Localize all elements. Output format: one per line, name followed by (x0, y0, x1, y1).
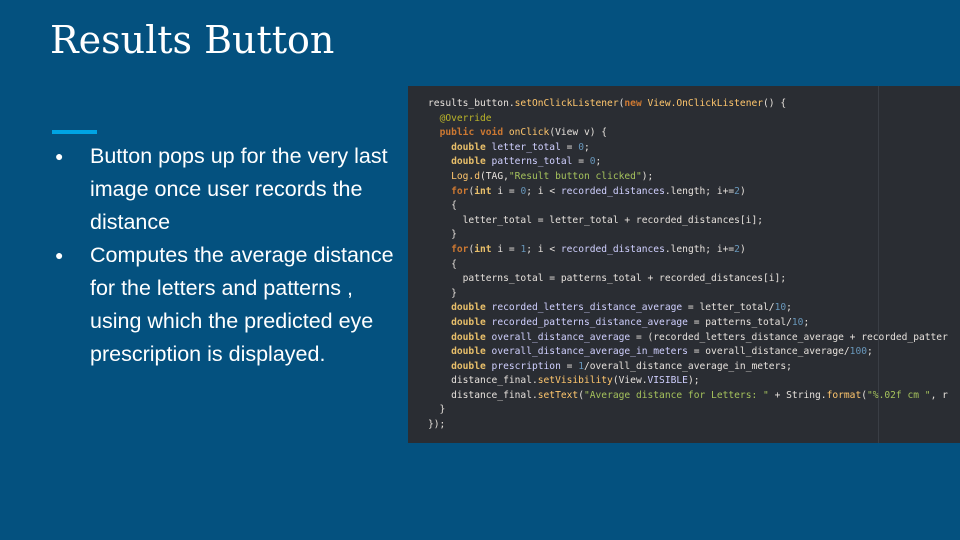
code-line: letter_total = letter_total + recorded_d… (428, 214, 764, 226)
bullet-item: ● Button pops up for the very last image… (50, 140, 400, 239)
code-screenshot: results_button.setOnClickListener(new Vi… (408, 86, 960, 443)
code-line: Log.d(TAG,"Result button clicked"); (451, 170, 654, 182)
slide-title: Results Button (50, 18, 335, 62)
code-line: double overall_distance_average = (recor… (451, 331, 948, 343)
code-line: double recorded_patterns_distance_averag… (451, 316, 810, 328)
code-line: { (428, 200, 457, 212)
bullet-item: ● Computes the average distance for the … (50, 239, 400, 371)
title-accent-bar (52, 130, 97, 134)
code-line: } (428, 404, 446, 416)
code-line: for(int i = 1; i < recorded_distances.le… (451, 243, 746, 255)
bullet-text: Button pops up for the very last image o… (90, 144, 388, 234)
code-line: @Override (439, 112, 492, 124)
code-line: double overall_distance_average_in_meter… (451, 346, 873, 358)
bullet-dot-icon: ● (55, 148, 64, 164)
code-line: { (428, 258, 457, 270)
code-line: distance_final.setVisibility(View.VISIBL… (428, 375, 700, 387)
code-line: double recorded_letters_distance_average… (451, 302, 792, 314)
code-line: double prescription = 1/overall_distance… (451, 360, 792, 372)
code-line: distance_final.setText("Average distance… (428, 389, 948, 401)
code-line: }); (428, 419, 446, 431)
code-line: } (428, 229, 457, 241)
code-line: double patterns_total = 0; (451, 156, 602, 168)
code-line: for(int i = 0; i < recorded_distances.le… (451, 185, 746, 197)
code-line: results_button.setOnClickListener(new Vi… (428, 98, 787, 109)
code-line: patterns_total = patterns_total + record… (428, 273, 787, 285)
bullet-dot-icon: ● (55, 247, 64, 263)
code-block: results_button.setOnClickListener(new Vi… (428, 97, 948, 433)
code-line: } (428, 287, 457, 299)
bullet-list: ● Button pops up for the very last image… (50, 140, 400, 371)
bullet-text: Computes the average distance for the le… (90, 243, 394, 366)
code-line: public void onClick(View v) { (439, 127, 608, 139)
code-line: double letter_total = 0; (451, 141, 590, 153)
